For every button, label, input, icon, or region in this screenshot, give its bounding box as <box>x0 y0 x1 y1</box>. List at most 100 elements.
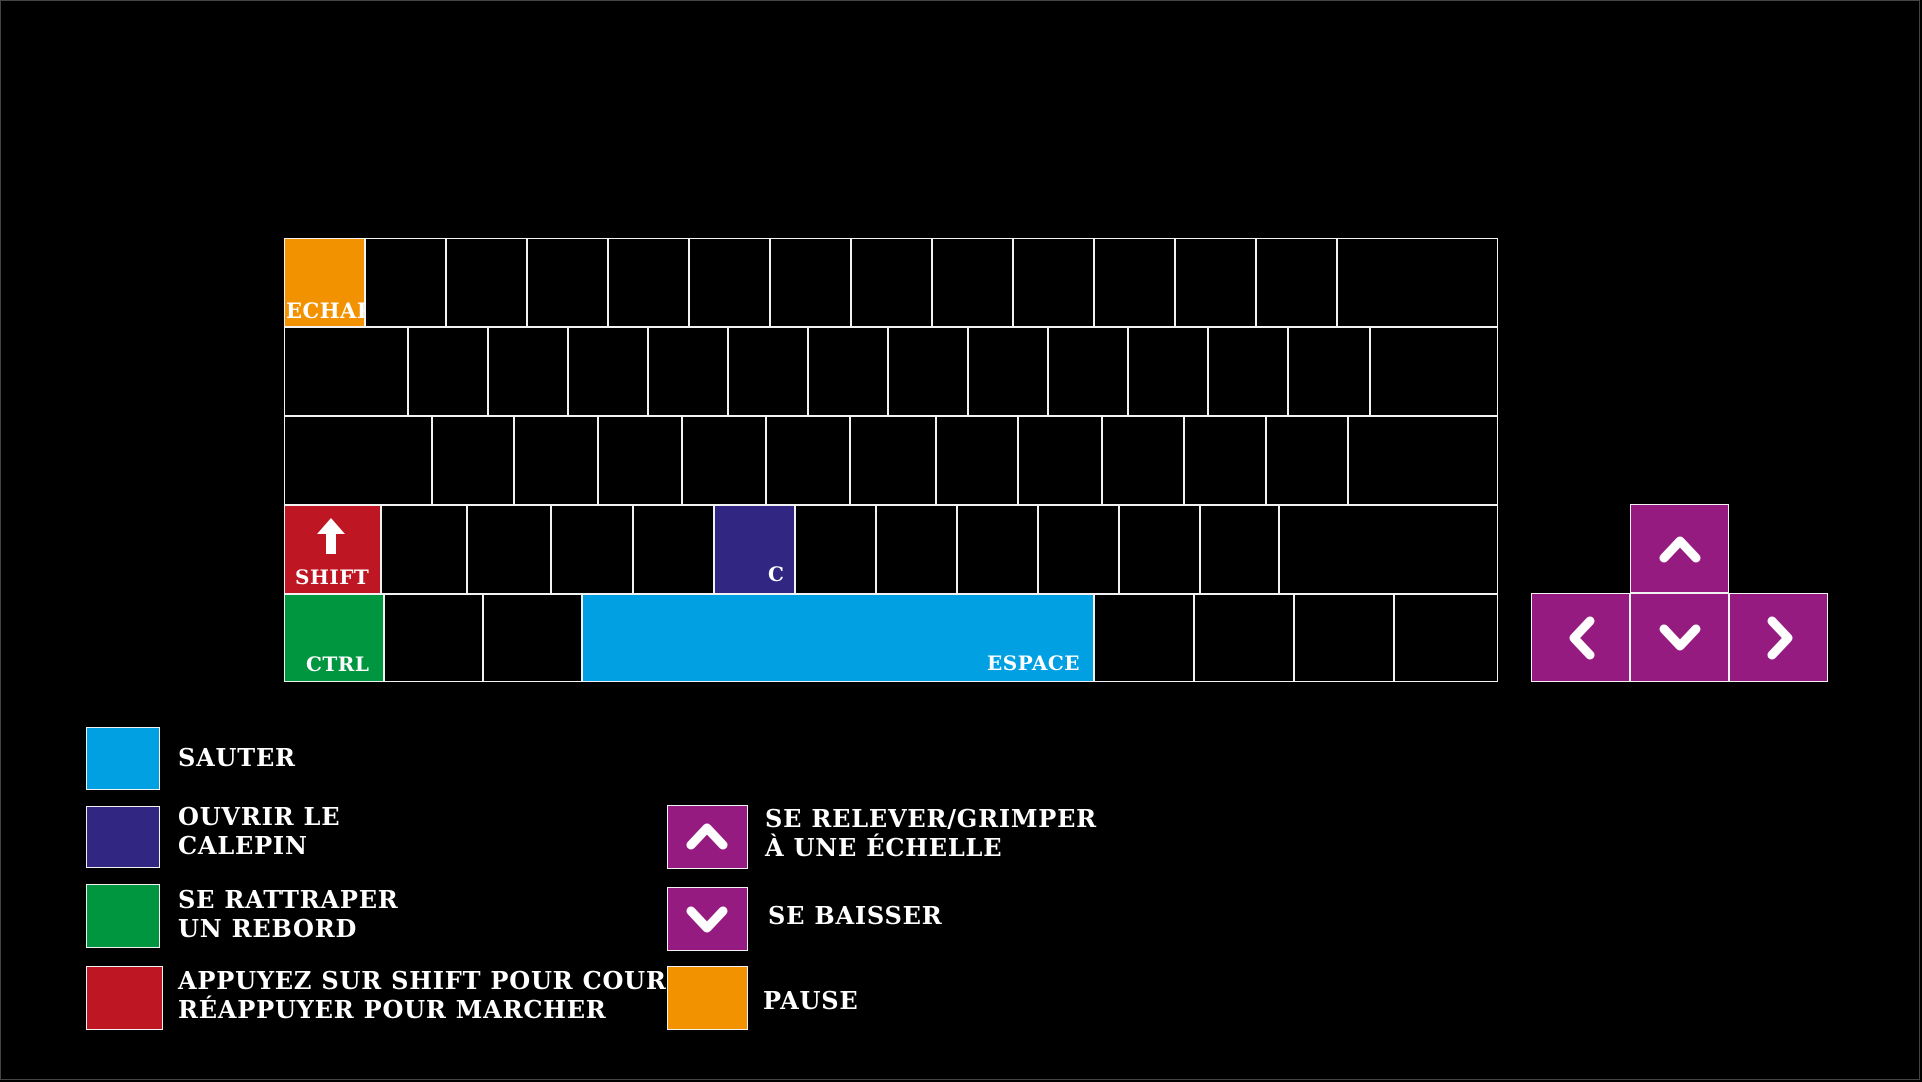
legend-crouch-label: SE BAISSER <box>768 901 943 930</box>
key <box>728 327 808 416</box>
key <box>284 327 408 416</box>
legend-jump-label: SAUTER <box>178 743 296 772</box>
key <box>1175 238 1256 327</box>
key-space-label: ESPACE <box>987 651 1080 675</box>
key <box>1128 327 1208 416</box>
key <box>408 327 488 416</box>
chevron-up-icon <box>686 820 728 850</box>
key <box>1348 416 1498 505</box>
key <box>483 594 582 682</box>
key <box>598 416 682 505</box>
key <box>467 505 551 594</box>
legend-text-run: APPUYEZ SUR SHIFT POUR COURIR, RÉAPPUYER… <box>178 966 709 1024</box>
chevron-left-icon <box>1566 616 1596 660</box>
key <box>850 416 936 505</box>
legend-text-ledge: SE RATTRAPER UN REBORD <box>178 885 399 943</box>
key <box>608 238 689 327</box>
legend-swatch-notebook <box>86 806 160 868</box>
legend-notebook-line1: OUVRIR LE <box>178 802 341 831</box>
key-space: ESPACE <box>582 594 1094 682</box>
legend-text-pause: PAUSE <box>763 986 858 1015</box>
key <box>888 327 968 416</box>
key <box>689 238 770 327</box>
key <box>1094 594 1194 682</box>
key <box>1337 238 1498 327</box>
key <box>381 505 467 594</box>
key <box>365 238 446 327</box>
legend-text-crouch: SE BAISSER <box>768 901 943 930</box>
legend-ledge-line2: UN REBORD <box>178 914 358 943</box>
key <box>1288 327 1370 416</box>
legend-text-jump: SAUTER <box>178 743 296 772</box>
chevron-down-icon <box>1659 624 1701 654</box>
key <box>1208 327 1288 416</box>
legend-swatch-crouch <box>667 887 748 951</box>
chevron-down-icon <box>686 906 728 936</box>
key <box>1279 505 1498 594</box>
legend-notebook-line2: CALEPIN <box>178 831 308 860</box>
key <box>770 238 851 327</box>
legend-swatch-run <box>86 966 163 1030</box>
legend-climb-line1: SE RELEVER/GRIMPER <box>765 804 1097 833</box>
key <box>1370 327 1498 416</box>
legend-swatch-climb <box>667 805 748 869</box>
key <box>1194 594 1294 682</box>
key <box>384 594 483 682</box>
key <box>876 505 957 594</box>
key-arrow-left <box>1531 593 1630 682</box>
legend-pause-label: PAUSE <box>763 986 859 1015</box>
key <box>551 505 633 594</box>
key-c-label: C <box>768 562 785 586</box>
key <box>936 416 1018 505</box>
key <box>568 327 648 416</box>
key-ctrl-label: CTRL <box>306 652 370 676</box>
key <box>1266 416 1348 505</box>
key <box>1018 416 1102 505</box>
chevron-right-icon <box>1766 616 1796 660</box>
key <box>957 505 1038 594</box>
key <box>808 327 888 416</box>
key <box>446 238 527 327</box>
key <box>851 238 932 327</box>
legend-swatch-ledge <box>86 884 160 948</box>
legend-climb-line2: À UNE ÉCHELLE <box>765 833 1003 862</box>
key-ctrl: CTRL <box>284 594 384 682</box>
key <box>968 327 1048 416</box>
key <box>1200 505 1279 594</box>
key <box>1013 238 1094 327</box>
key-shift: SHIFT <box>284 505 381 594</box>
key-escape-label: ECHAP <box>286 298 374 323</box>
legend-text-climb: SE RELEVER/GRIMPER À UNE ÉCHELLE <box>765 804 1097 862</box>
key-c: C <box>714 505 795 594</box>
key <box>766 416 850 505</box>
legend-ledge-line1: SE RATTRAPER <box>178 885 399 914</box>
key <box>633 505 714 594</box>
key <box>1102 416 1184 505</box>
key-arrow-right <box>1729 593 1828 682</box>
legend-swatch-jump <box>86 727 160 790</box>
key <box>682 416 766 505</box>
key <box>1394 594 1498 682</box>
legend-swatch-pause <box>667 966 748 1030</box>
key-escape: ECHAP <box>284 238 373 327</box>
legend-run-line2: RÉAPPUYER POUR MARCHER <box>178 995 607 1024</box>
key <box>1184 416 1266 505</box>
key <box>488 327 568 416</box>
key <box>514 416 598 505</box>
key <box>1119 505 1200 594</box>
key <box>648 327 728 416</box>
chevron-up-icon <box>1659 533 1701 563</box>
key <box>527 238 608 327</box>
key <box>1294 594 1394 682</box>
arrow-up-icon <box>315 516 347 556</box>
key <box>1038 505 1119 594</box>
key <box>795 505 876 594</box>
key <box>1094 238 1175 327</box>
key <box>1048 327 1128 416</box>
key <box>284 416 432 505</box>
key-arrow-up <box>1630 504 1729 593</box>
legend-run-line1: APPUYEZ SUR SHIFT POUR COURIR, <box>178 966 709 995</box>
key <box>1256 238 1337 327</box>
key-shift-label: SHIFT <box>295 565 370 589</box>
key <box>432 416 514 505</box>
